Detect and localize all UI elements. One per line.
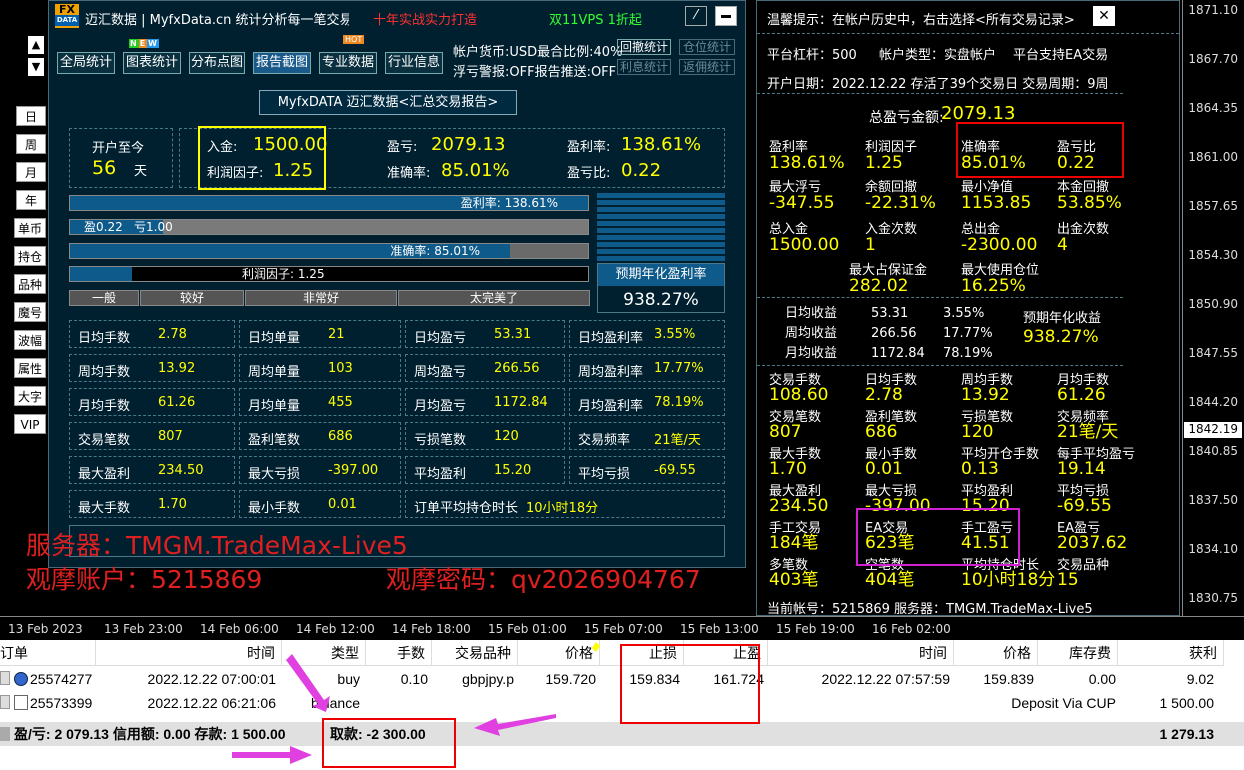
annotation-arrows (232, 642, 600, 764)
arrow-mark (592, 642, 600, 652)
arrow-mark (474, 714, 556, 736)
arrow-mark (232, 746, 312, 764)
arrow-mark (286, 654, 330, 712)
